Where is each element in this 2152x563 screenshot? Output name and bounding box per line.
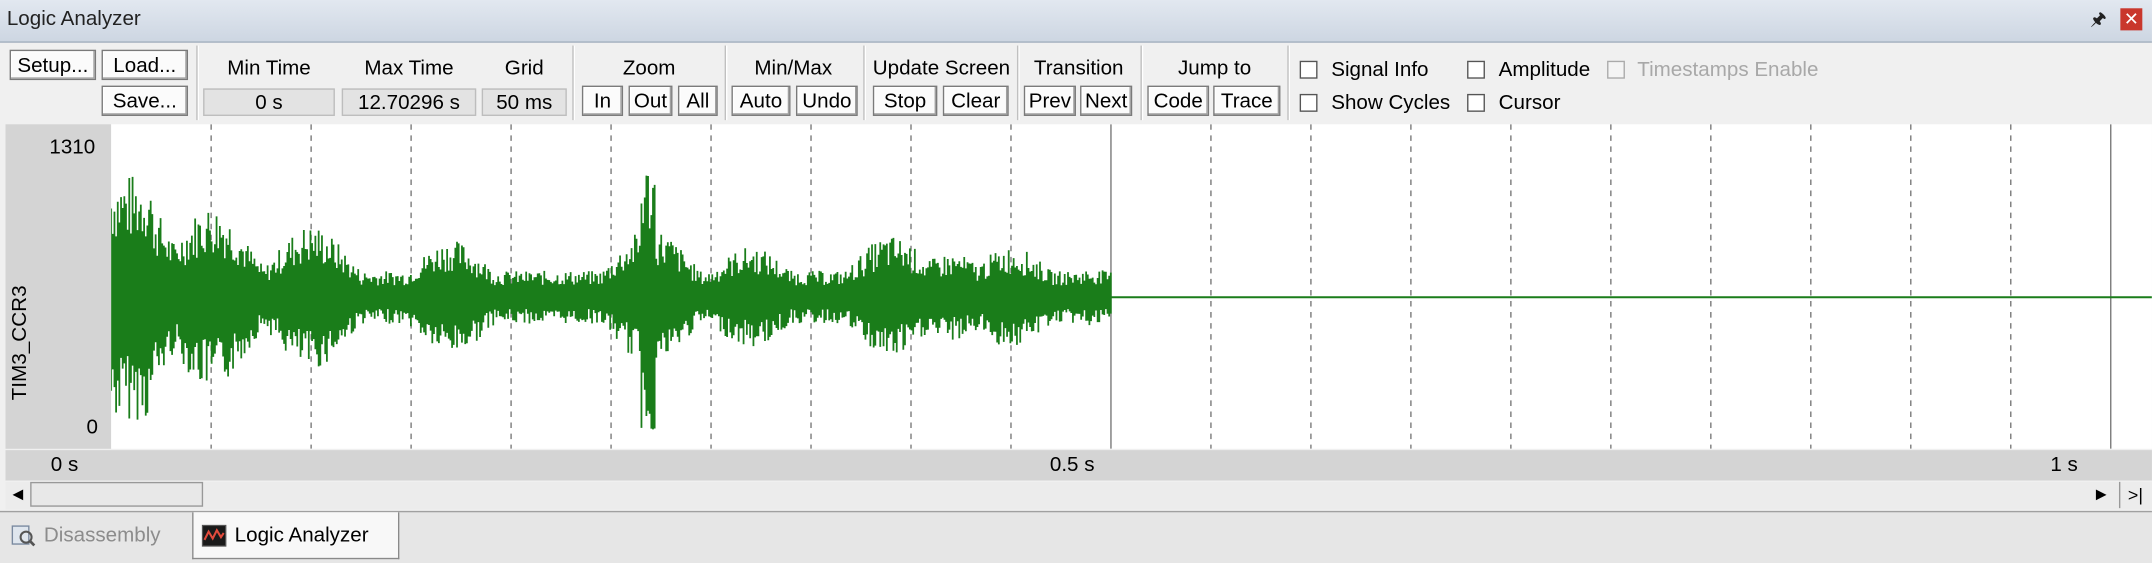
- jump-trace-button[interactable]: Trace: [1213, 85, 1281, 116]
- separator: [863, 45, 866, 121]
- zoom-in-button[interactable]: In: [581, 85, 624, 116]
- signal-info-label: Signal Info: [1331, 57, 1429, 82]
- stop-button[interactable]: Stop: [872, 85, 938, 116]
- separator: [196, 45, 199, 121]
- undo-button[interactable]: Undo: [795, 85, 858, 116]
- max-time-label: Max Time: [364, 56, 454, 81]
- auto-button[interactable]: Auto: [731, 85, 791, 116]
- separator: [1140, 45, 1144, 121]
- min-time-field: 0 s: [203, 88, 335, 116]
- x-label-1: 0.5 s: [1049, 452, 1095, 477]
- scroll-left-icon[interactable]: ◀: [5, 482, 30, 508]
- tab-disassembly[interactable]: Disassembly: [11, 512, 161, 559]
- amplitude-checkbox[interactable]: [1467, 60, 1485, 79]
- max-time-field: 12.70296 s: [341, 88, 477, 116]
- next-button[interactable]: Next: [1080, 85, 1133, 116]
- waveform-plot[interactable]: [111, 124, 2152, 449]
- cursor-label: Cursor: [1498, 91, 1561, 115]
- grid-field: 50 ms: [481, 88, 567, 116]
- prev-button[interactable]: Prev: [1023, 85, 1076, 116]
- cursor-checkbox[interactable]: [1467, 93, 1485, 112]
- y-max-label: 1310: [49, 135, 96, 159]
- tab-logic-analyzer[interactable]: Logic Analyzer: [192, 512, 400, 560]
- x-label-2: 1 s: [2050, 452, 2078, 477]
- y-min-label: 0: [86, 415, 98, 440]
- separator: [1287, 45, 1291, 121]
- tab-label: Logic Analyzer: [234, 523, 369, 547]
- clear-button[interactable]: Clear: [942, 85, 1009, 116]
- save-button[interactable]: Save...: [101, 85, 189, 116]
- jump-to-label: Jump to: [1177, 56, 1252, 81]
- jump-code-button[interactable]: Code: [1147, 85, 1210, 116]
- separator: [724, 45, 728, 121]
- grid-label: Grid: [504, 56, 544, 81]
- signal-info-checkbox[interactable]: [1299, 60, 1318, 79]
- logic-analyzer-icon: [201, 524, 227, 547]
- toolbar: Setup... Load... Save... Min Time 0 s Ma…: [0, 42, 2152, 122]
- load-button[interactable]: Load...: [101, 49, 189, 81]
- update-screen-label: Update Screen: [872, 56, 1011, 81]
- show-cycles-checkbox[interactable]: [1299, 93, 1318, 112]
- scroll-end-icon[interactable]: >|: [2118, 481, 2151, 509]
- waveform-svg: [111, 124, 2152, 449]
- min-time-label: Min Time: [227, 56, 311, 81]
- separator: [572, 45, 576, 121]
- pin-icon[interactable]: 🖈: [2089, 8, 2108, 30]
- close-icon[interactable]: ✕: [2120, 8, 2143, 31]
- zoom-label: Zoom: [622, 56, 676, 81]
- window-title: Logic Analyzer: [6, 6, 141, 31]
- disassembly-icon: [11, 525, 36, 547]
- setup-button[interactable]: Setup...: [9, 49, 97, 81]
- minmax-label: Min/Max: [754, 56, 833, 81]
- x-label-0: 0 s: [50, 452, 79, 477]
- signal-label-panel: TIM3_CCR3 1310 0: [5, 124, 112, 449]
- zoom-all-button[interactable]: All: [677, 85, 718, 116]
- tab-bar: Disassembly Logic Analyzer: [0, 510, 2152, 563]
- scroll-right-icon[interactable]: ▶: [2089, 482, 2114, 508]
- tab-label: Disassembly: [43, 523, 161, 547]
- separator: [1016, 45, 1020, 121]
- horizontal-scrollbar[interactable]: ◀ ▶ >|: [5, 481, 2152, 510]
- show-cycles-label: Show Cycles: [1331, 91, 1451, 115]
- amplitude-label: Amplitude: [1498, 57, 1591, 82]
- signal-name: TIM3_CCR3: [8, 285, 32, 401]
- timestamps-label: Timestamps Enable: [1637, 57, 1819, 82]
- timestamps-checkbox: [1607, 60, 1625, 79]
- zoom-out-button[interactable]: Out: [628, 85, 673, 116]
- transition-label: Transition: [1033, 56, 1124, 81]
- title-bar: Logic Analyzer 🖈 ✕: [0, 0, 2152, 43]
- time-axis: 0 s 0.5 s 1 s: [5, 450, 2152, 481]
- scroll-thumb[interactable]: [30, 481, 204, 507]
